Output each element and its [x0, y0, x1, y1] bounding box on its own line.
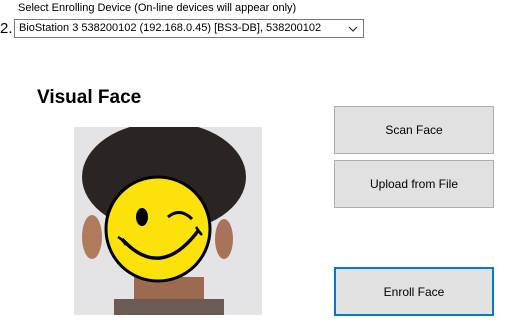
step-number: 2. [0, 20, 13, 37]
smiley-winking-icon [104, 175, 212, 283]
enroll-face-button[interactable]: Enroll Face [334, 267, 494, 316]
enrolling-device-dropdown[interactable]: BioStation 3 538200102 (192.168.0.45) [B… [14, 19, 364, 38]
face-photo-image [74, 127, 262, 315]
visual-face-photo [74, 127, 262, 315]
chevron-down-icon [348, 26, 358, 32]
visual-face-title: Visual Face [37, 87, 142, 108]
upload-from-file-button[interactable]: Upload from File [334, 160, 494, 208]
scan-face-button[interactable]: Scan Face [334, 106, 494, 154]
enrolling-device-selected-value: BioStation 3 538200102 (192.168.0.45) [B… [19, 22, 322, 34]
enrolling-device-label: Select Enrolling Device (On-line devices… [18, 2, 297, 14]
